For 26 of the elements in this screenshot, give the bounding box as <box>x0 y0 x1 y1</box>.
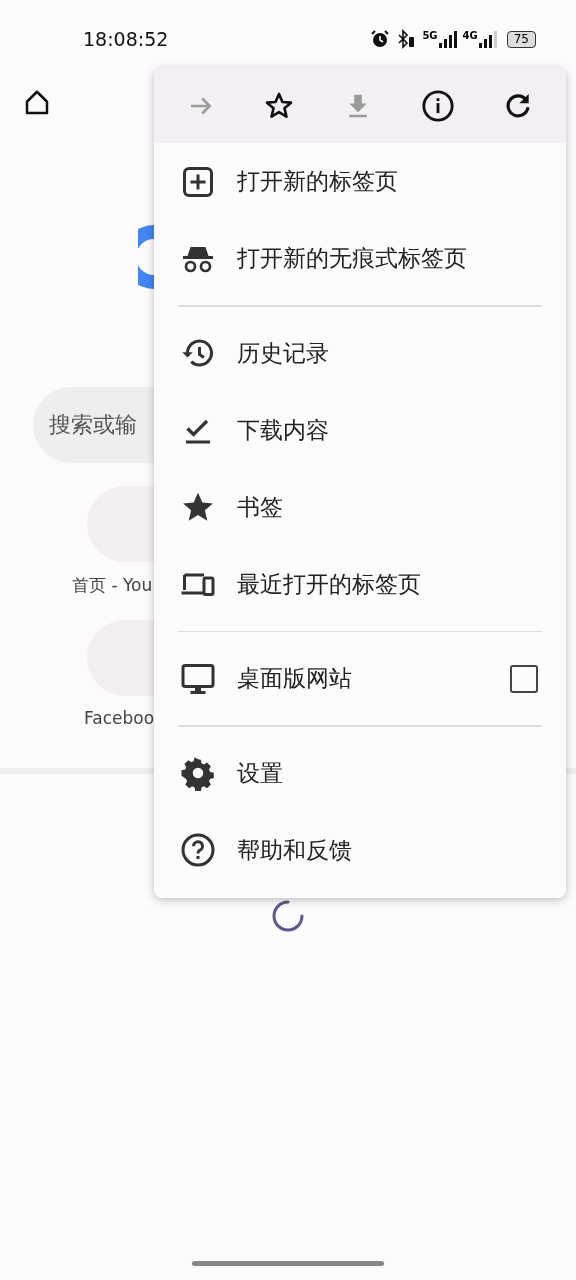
menu-item[interactable]: 书签 <box>154 468 566 546</box>
alarm-icon <box>370 29 391 49</box>
menu-item[interactable]: 下载内容 <box>154 391 566 469</box>
shortcut-tile[interactable] <box>87 486 154 562</box>
logo-arc-drawing <box>138 225 154 289</box>
help-icon <box>180 832 216 868</box>
menu-item[interactable]: 桌面版网站 <box>154 640 566 717</box>
shortcut-label[interactable]: Faceboo <box>0 708 154 728</box>
menu-item[interactable]: 帮助和反馈 <box>154 811 566 889</box>
gear-icon <box>180 755 216 791</box>
battery-indicator: 75 <box>506 30 536 48</box>
bluetooth-icon <box>396 29 417 49</box>
menu-item[interactable]: 最近打开的标签页 <box>154 545 566 623</box>
menu-item[interactable]: 打开新的标签页 <box>154 143 566 220</box>
menu-item[interactable]: 设置 <box>154 734 566 812</box>
checkbox[interactable] <box>510 664 538 693</box>
menu-item[interactable]: 历史记录 <box>154 314 566 392</box>
search-field[interactable]: 搜索或输 <box>33 387 154 463</box>
info-icon <box>420 88 455 123</box>
status-time: 18:08:52 <box>83 28 169 50</box>
shortcut-label[interactable]: 首页 - You <box>0 574 153 597</box>
loading-spinner-icon <box>271 899 305 933</box>
signal-indicator: 5G <box>422 30 457 48</box>
signal-indicator: 4G <box>462 30 497 48</box>
menu-item[interactable]: 打开新的无痕式标签页 <box>154 220 566 297</box>
shortcut-tile[interactable] <box>87 620 154 696</box>
